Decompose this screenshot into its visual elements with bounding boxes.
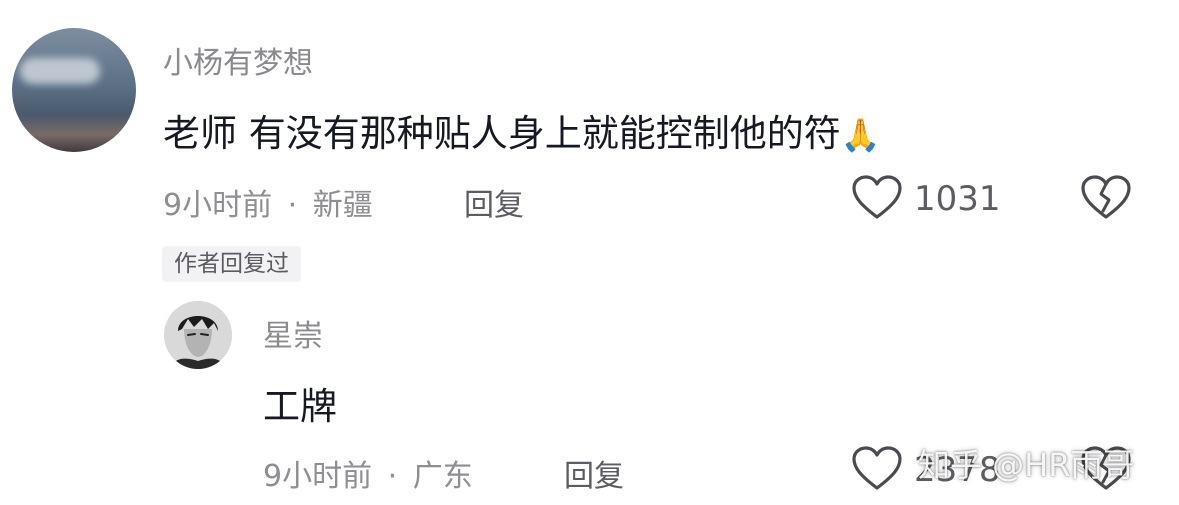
replier-username[interactable]: 星崇 [263, 311, 323, 355]
praying-hands-emoji: 🙏 [840, 116, 881, 154]
comment-meta: 9小时前 · 新疆 [163, 180, 373, 224]
heart-outline-icon [852, 446, 902, 490]
reply-reply-button[interactable]: 回复 [564, 451, 624, 495]
reply-text: 工牌 [263, 385, 337, 428]
replier-avatar[interactable] [164, 301, 232, 369]
comment-location: 新疆 [312, 188, 373, 223]
like-count: 1031 [914, 179, 1001, 219]
zhihu-watermark: 知乎 @HR雨哥 [918, 446, 1135, 484]
comment-text-body: 老师 有没有那种贴人身上就能控制他的符 [163, 112, 841, 155]
heart-outline-icon [852, 175, 902, 219]
broken-heart-icon [1081, 175, 1131, 219]
meta-separator: · [287, 188, 298, 223]
reply-button[interactable]: 回复 [464, 180, 524, 224]
dislike-button[interactable] [1080, 175, 1132, 221]
comment-time: 9小时前 [163, 188, 273, 223]
reply-time: 9小时前 [263, 459, 373, 494]
reply-meta: 9小时前 · 广东 [263, 451, 473, 495]
like-button[interactable] [851, 175, 903, 221]
comment-text: 老师 有没有那种贴人身上就能控制他的符🙏 [163, 103, 881, 157]
commenter-username[interactable]: 小杨有梦想 [163, 38, 313, 82]
author-replied-tag: 作者回复过 [162, 246, 301, 282]
meta-separator: · [387, 459, 398, 494]
reply-location: 广东 [412, 459, 473, 494]
reply-like-button[interactable] [851, 446, 903, 492]
replier-avatar-image [164, 301, 232, 369]
commenter-avatar[interactable] [12, 28, 136, 152]
